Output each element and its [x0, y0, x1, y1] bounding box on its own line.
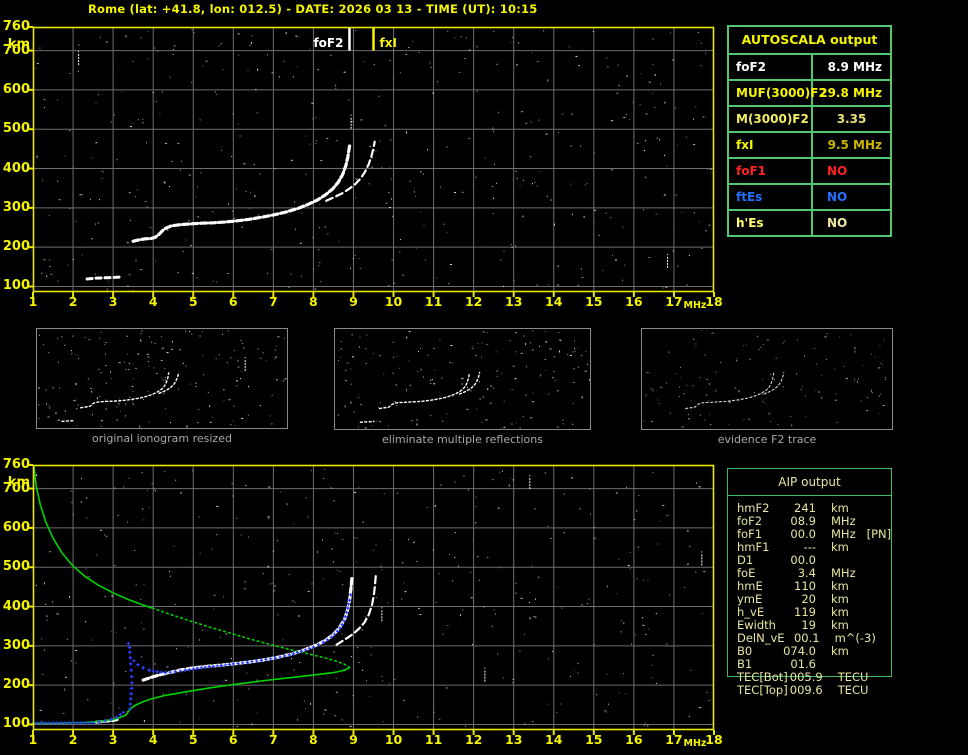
- parameter-name: M(3000)F2: [729, 107, 813, 131]
- parameter-unit: TECU: [837, 683, 869, 697]
- x-axis-tick-label: 15: [585, 294, 603, 309]
- parameter-name: foF1: [729, 159, 813, 183]
- parameter-value: NO: [827, 190, 848, 204]
- x-axis-tick-label: 16: [625, 294, 643, 309]
- x-axis-tick-label: 9: [349, 294, 358, 309]
- parameter-unit: [816, 554, 831, 567]
- parameter-name: foF2: [729, 55, 813, 79]
- table-row: ftEs NO: [729, 185, 890, 211]
- y-axis-tick-label: 200: [2, 239, 30, 255]
- x-axis-tick-label: 3: [108, 294, 118, 309]
- table-row: M(3000)F2 3.35: [729, 107, 890, 133]
- y-axis-tick-label: 100: [2, 278, 30, 294]
- parameter-value: NO: [827, 164, 848, 178]
- autoscala-output-table: AUTOSCALA output foF2 8.9 MHz MUF(3000)F2 29…: [727, 25, 892, 237]
- thumbnail-caption: evidence F2 trace: [717, 433, 817, 446]
- y-axis-tick-label: 500: [2, 559, 30, 575]
- y-axis-tick-label: 500: [2, 121, 30, 137]
- parameter-unit: km: [831, 540, 849, 554]
- parameter-name: TEC[Top]: [737, 683, 788, 697]
- x-axis-tick-label: 7: [268, 294, 278, 309]
- x-axis-tick-label: 5: [188, 732, 198, 747]
- x-axis-tick-label: 13: [505, 294, 523, 309]
- thumbnail-image-2: [334, 328, 591, 430]
- aip-table-header: AIP output: [728, 469, 891, 496]
- ionogram-chart: [28, 464, 715, 735]
- x-axis-tick-label: 8: [309, 294, 318, 309]
- parameter-name: ftEs: [729, 185, 813, 209]
- autoscala-window: Rome (lat: +41.8, lon: 012.5) - DATE: 20…: [0, 0, 968, 755]
- x-axis-tick-label: 9: [349, 732, 358, 747]
- aip-output-table: AIP output hmF2 241 km foF2 08.9 MHz foF1 00.0 MH…: [727, 468, 892, 697]
- parameter-unit: km: [831, 644, 849, 658]
- y-axis-tick-label: 760: [2, 19, 30, 34]
- x-axis-tick-label: 4: [148, 732, 158, 747]
- x-axis-tick-label: 3: [108, 732, 118, 747]
- parameter-name: fxI: [729, 133, 813, 157]
- x-axis-tick-label: 5: [188, 294, 198, 309]
- parameter-value: NO: [827, 216, 848, 230]
- x-axis-tick-label: 4: [148, 294, 158, 309]
- x-axis-tick-label: 14: [545, 732, 563, 747]
- x-axis-tick-label: 15: [585, 732, 603, 747]
- parameter-name: B0: [737, 644, 753, 658]
- parameter-value: 9.5 MHz: [827, 138, 882, 152]
- x-axis-tick-label: 11: [424, 294, 443, 309]
- parameter-value: 29.8 MHz: [819, 86, 882, 100]
- thumbnail-caption: original ionogram resized: [92, 432, 232, 445]
- y-axis-tick-label: 300: [2, 637, 30, 653]
- table-row: foF1 NO: [729, 159, 890, 185]
- thumbnail-image-1: [36, 328, 288, 429]
- parameter-name: h'Es: [729, 211, 813, 235]
- parameter-name: MUF(3000)F2: [729, 81, 827, 105]
- x-axis-tick-label: 2: [68, 732, 78, 747]
- x-axis-tick-label: 7: [268, 732, 278, 747]
- x-axis-tick-label: 1: [28, 732, 38, 747]
- thumbnail-caption: eliminate multiple reflections: [382, 433, 543, 446]
- thumbnail-image-3: [641, 328, 893, 430]
- y-axis-tick-label: 600: [2, 519, 30, 535]
- x-axis-tick-label: 12: [464, 294, 483, 309]
- x-axis-tick-label: 6: [228, 732, 238, 747]
- x-axis-tick-label: 6: [228, 294, 238, 309]
- x-axis-tick-label: 12: [464, 732, 483, 747]
- y-axis-unit-label: km: [7, 37, 30, 52]
- y-axis-tick-label: 600: [2, 81, 30, 97]
- aip-table-rows: hmF2 241 km foF2 08.9 MHz foF1 00.0 MHz [PN] hmF1-…: [728, 496, 891, 697]
- x-axis-tick-label: 14: [545, 294, 563, 309]
- fxI-marker-label: fxI: [380, 36, 397, 50]
- x-axis-tick-label: 2: [68, 294, 78, 309]
- page-title: Rome (lat: +41.8, lon: 012.5) - DATE: 20…: [88, 2, 538, 16]
- table-row: h'Es NO: [729, 211, 890, 235]
- y-axis-tick-label: 100: [2, 716, 30, 732]
- y-axis-tick-label: 300: [2, 199, 30, 215]
- ionogram-chart: foF2 fxI: [28, 26, 715, 297]
- y-axis-tick-label: 760: [2, 457, 30, 472]
- x-axis-unit-label: MHz: [683, 300, 707, 311]
- table-row: fxI 9.5 MHz: [729, 133, 890, 159]
- table-row: TEC[Top] 009.6 TECU: [728, 684, 891, 697]
- x-axis-tick-label: 13: [505, 732, 523, 747]
- y-axis-unit-label: km: [7, 475, 30, 490]
- y-axis-tick-label: 400: [2, 160, 30, 176]
- parameter-value: 009.6: [789, 683, 823, 697]
- x-axis-unit-label: MHz: [683, 738, 707, 749]
- foF2-marker-label: foF2: [313, 36, 343, 50]
- x-axis-tick-label: 11: [424, 732, 443, 747]
- parameter-note: [PN]: [866, 527, 892, 541]
- table-row: foF2 8.9 MHz: [729, 55, 890, 81]
- x-axis-tick-label: 1: [28, 294, 38, 309]
- x-axis-tick-label: 8: [309, 732, 318, 747]
- x-axis-tick-label: 10: [384, 732, 403, 747]
- parameter-name: hmF1: [737, 540, 770, 554]
- y-axis-tick-label: 400: [2, 598, 30, 614]
- autoscala-table-header: AUTOSCALA output: [729, 27, 890, 55]
- parameter-value: 8.9 MHz: [827, 60, 882, 74]
- y-axis-tick-label: 200: [2, 677, 30, 693]
- parameter-value: 3.35: [836, 112, 867, 126]
- table-row: MUF(3000)F2 29.8 MHz: [729, 81, 890, 107]
- x-axis-tick-label: 16: [625, 732, 643, 747]
- x-axis-tick-label: 10: [384, 294, 403, 309]
